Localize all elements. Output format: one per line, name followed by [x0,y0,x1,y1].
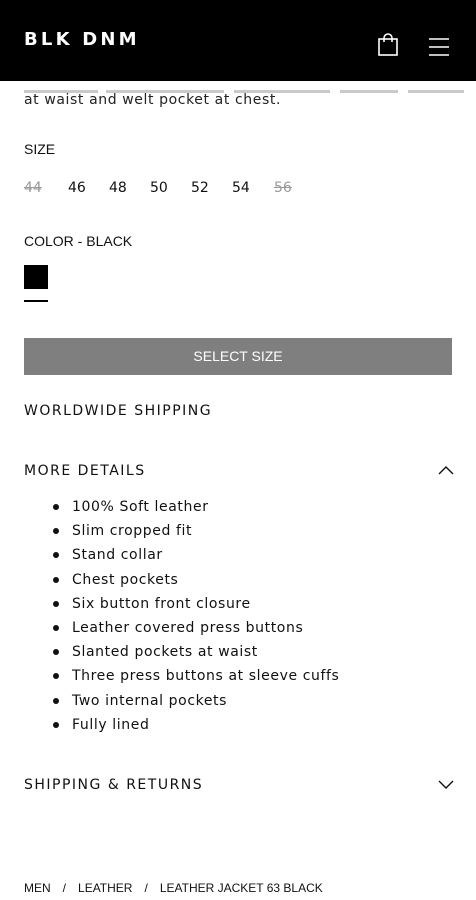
breadcrumb-leather[interactable]: LEATHER [78,881,132,895]
bullet-icon [53,721,59,728]
bullet-icon [53,624,59,631]
bullet-icon [53,576,59,583]
select-size-button[interactable]: SELECT SIZE [24,338,452,375]
worldwide-shipping-heading: WORLDWIDE SHIPPING [24,403,213,419]
product-description: at waist and welt pocket at chest. [24,92,281,108]
detail-text: 100% Soft leather [72,499,209,515]
detail-text: Three press buttons at sleeve cuffs [72,668,340,685]
list-item: Fully lined [0,714,339,738]
selected-swatch-indicator [24,300,48,302]
size-option-50[interactable]: 50 [150,178,180,198]
list-item: Slim cropped fit [0,520,339,544]
bullet-icon [53,697,59,704]
detail-text: Slanted pockets at waist [72,644,258,661]
size-option-44: 44 [24,180,42,196]
shopping-bag-icon[interactable] [377,33,399,57]
bullet-icon [53,649,59,656]
bullet-icon [53,673,59,680]
brand-logo[interactable]: BLK DNM [24,29,140,51]
detail-text: Slim cropped fit [72,523,193,540]
chevron-down-icon[interactable] [438,780,454,790]
list-item: Leather covered press buttons [0,617,339,641]
more-details-list: 100% Soft leather Slim cropped fit Stand… [0,496,339,738]
list-item: Stand collar [0,544,339,568]
list-item: Three press buttons at sleeve cuffs [0,665,339,689]
list-item: Slanted pockets at waist [0,641,339,665]
color-swatch-black[interactable] [24,265,48,289]
breadcrumb-men[interactable]: MEN [24,881,51,895]
size-label: SIZE [24,141,56,157]
size-option-48[interactable]: 48 [109,178,139,198]
bullet-icon [53,552,59,559]
bullet-icon [53,528,59,535]
list-item: 100% Soft leather [0,496,339,520]
hamburger-menu-icon[interactable] [428,36,450,58]
breadcrumb: MEN / LEATHER / LEATHER JACKET 63 BLACK [24,880,323,896]
detail-text: Fully lined [72,716,150,733]
size-option-54[interactable]: 54 [232,178,262,198]
chevron-up-icon[interactable] [438,465,454,475]
size-option-46[interactable]: 46 [68,178,98,198]
breadcrumb-separator: / [144,881,148,895]
breadcrumb-separator: / [62,881,67,895]
more-details-toggle[interactable]: MORE DETAILS [24,462,146,480]
detail-text: Leather covered press buttons [72,619,304,636]
list-item: Two internal pockets [0,690,339,714]
shipping-returns-toggle[interactable]: SHIPPING & RETURNS [24,776,203,794]
color-label: COLOR - BLACK [24,233,133,249]
breadcrumb-current-product: LEATHER JACKET 63 BLACK [159,881,323,895]
bullet-icon [53,600,59,607]
list-item: Chest pockets [0,569,339,593]
size-option-56: 56 [274,180,292,196]
detail-text: Stand collar [72,547,163,564]
detail-text: Chest pockets [72,571,179,588]
list-item: Six button front closure [0,593,339,617]
size-option-52[interactable]: 52 [191,178,221,198]
site-header: BLK DNM [0,0,476,81]
detail-text: Two internal pockets [72,692,228,709]
bullet-icon [53,504,59,510]
detail-text: Six button front closure [72,595,251,612]
